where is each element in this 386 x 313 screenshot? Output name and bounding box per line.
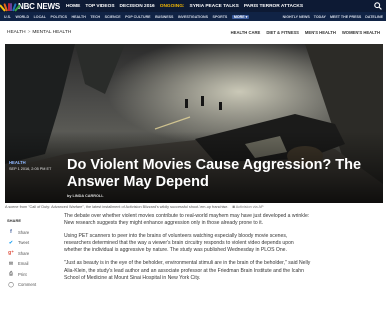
share-twitter-label: Tweet bbox=[18, 240, 30, 246]
link-womens-health[interactable]: WOMEN'S HEALTH bbox=[342, 30, 380, 35]
email-icon: ✉ bbox=[8, 260, 14, 267]
top-navigation-bar: NBC NEWS HOME TOP VIDEOS DECISION 2016 O… bbox=[0, 0, 386, 12]
nav-paris-terror-attacks[interactable]: PARIS TERROR ATTACKS bbox=[244, 4, 303, 9]
subnav-world[interactable]: WORLD bbox=[16, 15, 30, 19]
show-nav: NIGHTLY NEWS TODAY MEET THE PRESS DATELI… bbox=[279, 12, 383, 21]
primary-nav: HOME TOP VIDEOS DECISION 2016 ONGOING: S… bbox=[66, 4, 303, 9]
article-dateline: SEP 1 2016, 2:05 PM ET bbox=[9, 167, 52, 171]
caption-text: A scene from "Call of Duty: Advanced War… bbox=[5, 205, 229, 209]
share-facebook-label: Share bbox=[18, 229, 30, 235]
link-diet-fitness[interactable]: DIET & FITNESS bbox=[266, 30, 299, 35]
breadcrumb: HEALTH > MENTAL HEALTH bbox=[7, 30, 71, 35]
logo-text: NBC NEWS bbox=[18, 1, 60, 11]
print-icon: ⎙ bbox=[8, 271, 13, 278]
link-mens-health[interactable]: MEN'S HEALTH bbox=[305, 30, 336, 35]
hero-image: HEALTH SEP 1 2016, 2:05 PM ET Do Violent… bbox=[5, 44, 383, 203]
share-panel: SHARE f Share ✔ Tweet g⁺ Share ✉ Email ⎙… bbox=[7, 218, 47, 290]
share-googleplus-button[interactable]: g⁺ Share bbox=[7, 248, 47, 259]
article-kicker[interactable]: HEALTH bbox=[9, 160, 26, 165]
subnav-tech[interactable]: TECH bbox=[90, 15, 100, 19]
hero-overlay: HEALTH SEP 1 2016, 2:05 PM ET Do Violent… bbox=[5, 44, 383, 203]
subnav-dateline[interactable]: DATELINE bbox=[365, 15, 383, 19]
comment-icon: ◯ bbox=[8, 281, 14, 288]
breadcrumb-separator: > bbox=[27, 30, 31, 35]
subnav-pop-culture[interactable]: POP CULTURE bbox=[125, 15, 150, 19]
nav-decision-2016[interactable]: DECISION 2016 bbox=[120, 4, 155, 9]
ongoing-label: ONGOING: bbox=[159, 3, 185, 9]
peacock-icon bbox=[0, 2, 21, 12]
article-paragraph: "Just as beauty is in the eye of the beh… bbox=[64, 260, 311, 281]
twitter-icon: ✔ bbox=[8, 239, 14, 246]
article-paragraph: The debate over whether violent movies c… bbox=[64, 213, 310, 227]
share-title: SHARE bbox=[7, 218, 22, 223]
health-section-links: HEALTH CARE DIET & FITNESS MEN'S HEALTH … bbox=[231, 21, 380, 44]
article-headline: Do Violent Movies Cause Aggression? The … bbox=[67, 157, 362, 190]
googleplus-icon: g⁺ bbox=[8, 250, 14, 257]
share-twitter-button[interactable]: ✔ Tweet bbox=[7, 238, 47, 249]
link-health-care[interactable]: HEALTH CARE bbox=[231, 30, 261, 35]
subnav-nightly-news[interactable]: NIGHTLY NEWS bbox=[283, 15, 310, 19]
subnav-local[interactable]: LOCAL bbox=[34, 15, 46, 19]
caption-credit-text: Activision via AP bbox=[235, 205, 264, 209]
breadcrumb-mental-health[interactable]: MENTAL HEALTH bbox=[32, 30, 71, 35]
subnav-investigations[interactable]: INVESTIGATIONS bbox=[178, 15, 208, 19]
subnav-meet-the-press[interactable]: MEET THE PRESS bbox=[330, 15, 361, 19]
caption-credit: ◙ Activision via AP bbox=[233, 205, 264, 209]
image-caption: A scene from "Call of Duty: Advanced War… bbox=[5, 205, 383, 209]
subnav-science[interactable]: SCIENCE bbox=[105, 15, 121, 19]
share-googleplus-label: Share bbox=[18, 250, 30, 256]
nbc-news-logo[interactable]: NBC NEWS bbox=[0, 0, 60, 12]
article-byline[interactable]: by LINDA CARROLL bbox=[67, 194, 104, 198]
subnav-politics[interactable]: POLITICS bbox=[50, 15, 67, 19]
subnav-health[interactable]: HEALTH bbox=[72, 15, 86, 19]
article-paragraph: Using PET scanners to peer into the brai… bbox=[64, 233, 294, 254]
share-email-label: Email bbox=[18, 261, 29, 267]
facebook-icon: f bbox=[10, 229, 12, 236]
subnav-sports[interactable]: SPORTS bbox=[213, 15, 228, 19]
share-email-button[interactable]: ✉ Email bbox=[7, 259, 47, 270]
nav-home[interactable]: HOME bbox=[66, 4, 80, 9]
nav-syria-peace-talks[interactable]: SYRIA PEACE TALKS bbox=[190, 4, 239, 9]
share-print-label: Print bbox=[18, 271, 27, 277]
subnav-today[interactable]: TODAY bbox=[314, 15, 326, 19]
share-print-button[interactable]: ⎙ Print bbox=[7, 269, 47, 280]
article-body: The debate over whether violent movies c… bbox=[64, 213, 312, 288]
subnav-business[interactable]: BUSINESS bbox=[155, 15, 173, 19]
subnav-us[interactable]: U.S. bbox=[4, 15, 11, 19]
more-menu-button[interactable]: MORE ▾ bbox=[231, 14, 250, 19]
breadcrumb-row: HEALTH > MENTAL HEALTH HEALTH CARE DIET … bbox=[0, 21, 386, 44]
breadcrumb-health[interactable]: HEALTH bbox=[7, 30, 26, 35]
search-icon[interactable] bbox=[374, 2, 382, 10]
nav-top-videos[interactable]: TOP VIDEOS bbox=[85, 4, 114, 9]
share-comment-button[interactable]: ◯ Comment bbox=[7, 280, 47, 291]
section-nav: U.S. WORLD LOCAL POLITICS HEALTH TECH SC… bbox=[0, 12, 386, 21]
share-facebook-button[interactable]: f Share bbox=[7, 227, 47, 238]
share-comment-label: Comment bbox=[18, 282, 37, 288]
